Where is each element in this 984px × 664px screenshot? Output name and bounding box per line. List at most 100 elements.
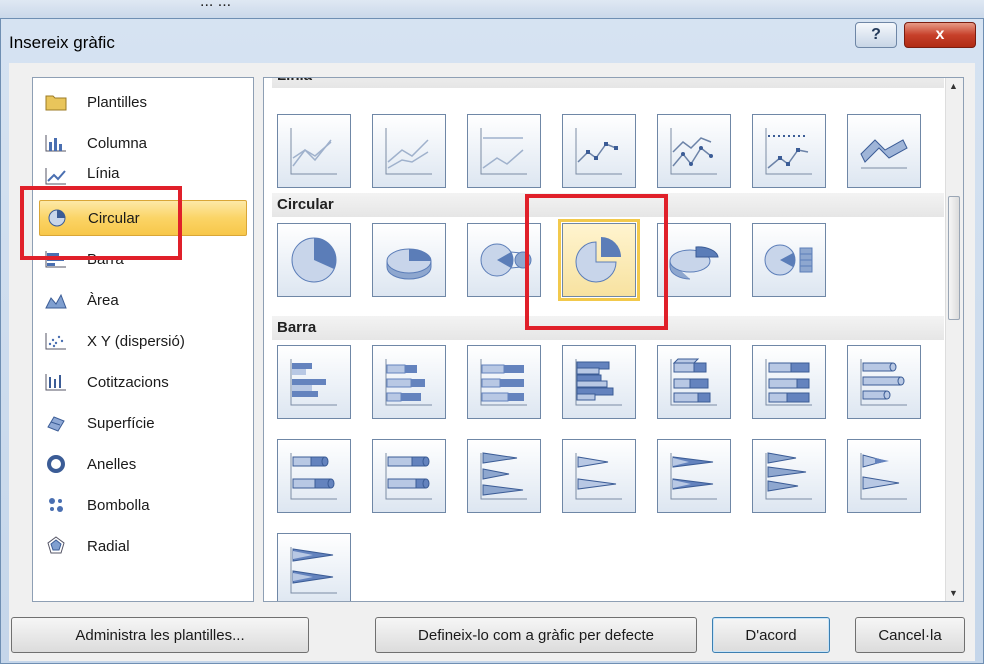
category-label: Anelles [87,455,137,473]
category-item-plantilles[interactable]: Plantilles [39,84,247,120]
chart-tile-cylinder-100[interactable] [372,439,446,513]
line-markers-chart-icon [765,128,812,175]
scrollbar-thumb[interactable] [948,196,960,320]
bar-3d-chart-icon [575,359,622,406]
gallery-scrollbar[interactable]: ▲ ▼ [945,78,963,601]
chart-tile-pie[interactable] [277,223,351,297]
chart-tile-bar-of-pie[interactable] [752,223,826,297]
exploded-pie-3d-chart-icon [669,246,719,280]
chart-tile-line-markers-2[interactable] [657,114,731,188]
category-label: Plantilles [87,93,148,111]
dialog-title: Insereix gràfic [9,33,115,52]
area-chart-icon [43,289,69,311]
line-markers-chart-icon [575,128,622,175]
scroll-up-icon[interactable]: ▲ [949,81,958,91]
line-chart-icon [43,165,69,185]
category-item-columna[interactable]: Columna [39,125,247,161]
bar-100-chart-icon [480,359,527,406]
insert-chart-dialog: Insereix gràfic ? x Plantilles Columna L… [0,18,984,664]
category-item-barra[interactable]: Barra [39,241,247,277]
bar-stacked-chart-icon [385,359,432,406]
cone-bar-chart-icon [480,452,527,500]
category-item-xy[interactable]: X Y (dispersió) [39,323,247,359]
chart-tile-line-2[interactable] [372,114,446,188]
chart-tile-pyramid-clustered[interactable] [752,439,826,513]
surface-chart-icon [43,412,69,434]
category-label: Radial [87,537,130,555]
category-item-radial[interactable]: Radial [39,528,247,564]
category-label: Bombolla [87,496,150,514]
chart-tile-line-3d[interactable] [847,114,921,188]
doughnut-chart-icon [43,453,69,475]
column-chart-icon [43,132,69,154]
chart-tile-bar-stacked[interactable] [372,345,446,419]
exploded-pie-chart-icon [575,237,621,283]
chart-tile-exploded-pie-3d[interactable] [657,223,731,297]
line-chart-icon [480,128,527,175]
bar-3d-stacked-chart-icon [670,358,717,406]
chart-tile-pyramid-100[interactable] [277,533,351,601]
category-label: Superfície [87,414,155,432]
pie-of-pie-chart-icon [480,243,532,277]
line-3d-chart-icon [860,139,908,169]
chart-tile-cylinder-stacked[interactable] [277,439,351,513]
dialog-body: Plantilles Columna Línia Circular Barra … [9,63,975,611]
line-chart-icon [385,128,432,175]
category-item-circular[interactable]: Circular [39,200,247,236]
line-chart-icon [290,128,337,175]
category-label: Barra [87,250,124,268]
chart-tile-line-markers-3[interactable] [752,114,826,188]
pyramid-bar-chart-icon [290,547,337,594]
cylinder-bar-chart-icon [860,359,907,406]
category-item-superficie[interactable]: Superfície [39,405,247,441]
close-button[interactable]: x [904,22,976,48]
category-label: Columna [87,134,148,152]
category-item-linia[interactable]: Línia [39,165,247,185]
chart-tile-line-1[interactable] [277,114,351,188]
help-button[interactable]: ? [855,22,897,48]
section-header-linia: Línia [272,78,944,88]
chart-tile-cone-clustered[interactable] [467,439,541,513]
cylinder-bar-chart-icon [385,453,432,500]
set-default-chart-button[interactable]: Defineix-lo com a gràfic per defecte [375,617,697,653]
chart-tile-cylinder-clustered[interactable] [847,345,921,419]
manage-templates-button[interactable]: Administra les plantilles... [11,617,309,653]
pyramid-bar-chart-icon [765,452,812,500]
chart-tile-line-markers-1[interactable] [562,114,636,188]
chart-category-list: Plantilles Columna Línia Circular Barra … [32,77,254,602]
dialog-footer: Administra les plantilles... Defineix-lo… [9,611,975,661]
chart-tile-cone-100[interactable] [657,439,731,513]
category-item-cotitzacions[interactable]: Cotitzacions [39,364,247,400]
chart-tile-pie-3d[interactable] [372,223,446,297]
chart-tile-bar-3d-stacked[interactable] [657,345,731,419]
pie-chart-icon [44,207,70,229]
stock-chart-icon [43,371,69,393]
chart-tile-bar-clustered[interactable] [277,345,351,419]
help-icon: ? [871,26,881,43]
bar-of-pie-chart-icon [764,244,813,276]
section-header-circular: Circular [272,193,944,217]
chart-tile-pyramid-stacked[interactable] [847,439,921,513]
category-label: Línia [87,165,120,182]
chart-tile-bar-3d-clustered[interactable] [562,345,636,419]
chart-tile-cone-stacked[interactable] [562,439,636,513]
category-label: Cotitzacions [87,373,169,391]
cone-bar-chart-icon [670,453,717,500]
line-markers-chart-icon [670,128,717,175]
scroll-down-icon[interactable]: ▼ [949,588,958,598]
chart-tile-pie-of-pie[interactable] [467,223,541,297]
radar-chart-icon [43,535,69,557]
chart-tile-bar-100[interactable] [467,345,541,419]
ok-button[interactable]: D'acord [712,617,830,653]
bar-3d-100-chart-icon [765,359,812,406]
category-item-anelles[interactable]: Anelles [39,446,247,482]
pyramid-bar-chart-icon [860,453,907,500]
bar-chart-icon [43,248,69,270]
cancel-button[interactable]: Cancel·la [855,617,965,653]
category-item-area[interactable]: Àrea [39,282,247,318]
category-item-bombolla[interactable]: Bombolla [39,487,247,523]
chart-tile-exploded-pie[interactable] [558,219,640,301]
chart-tile-line-3[interactable] [467,114,541,188]
chart-tile-bar-3d-100[interactable] [752,345,826,419]
pie-3d-chart-icon [386,248,432,280]
